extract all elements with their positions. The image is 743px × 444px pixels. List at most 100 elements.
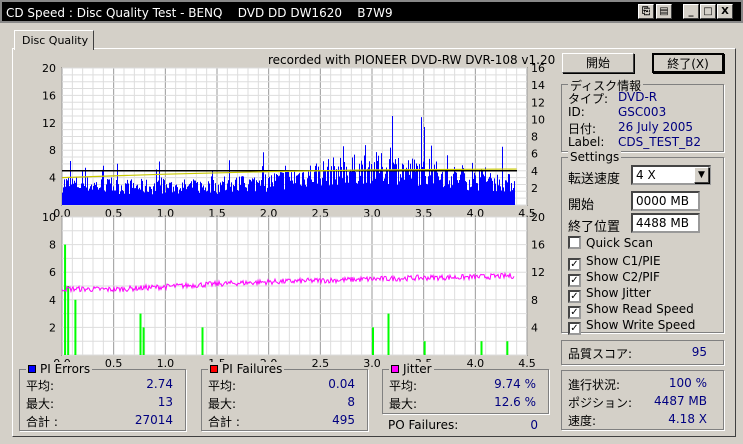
total-label: 合計 :	[26, 415, 58, 429]
y-tick-label: 8	[49, 144, 56, 157]
quality-score-value: 95	[691, 345, 707, 359]
pi-failures-total: 495	[332, 413, 355, 427]
y2-tick-label: 12	[531, 266, 545, 279]
po-failures-label: PO Failures:	[388, 418, 459, 432]
charts: 0.0 0.5 1.0 1.5 2.0 2.5 3.0 3.5 4.0 4.54812162024…	[42, 62, 545, 370]
total-label: 合計 :	[208, 415, 240, 429]
pi-failures-title-text: PI Failures	[222, 362, 283, 376]
quality-score-group: 品質スコア: 95	[561, 340, 724, 365]
pi-errors-title: PI Errors	[26, 362, 93, 376]
checkbox-show-read-speed[interactable]: ✓ Show Read Speed	[568, 302, 694, 319]
y2-tick-label: 16	[531, 239, 545, 252]
maximize-button[interactable]: □	[700, 4, 716, 19]
tab-disc-quality[interactable]: Disc Quality	[14, 30, 94, 50]
speed-readout-value: 4.18 X	[668, 412, 707, 426]
speed-value: 4 X	[636, 168, 656, 182]
pif-bar	[67, 286, 70, 355]
end-input[interactable]: 4488 MB	[631, 213, 700, 233]
tab-label: Disc Quality	[22, 34, 89, 47]
pif-bar	[372, 327, 374, 355]
checkbox-show-jitter[interactable]: ✓ Show Jitter	[568, 286, 651, 303]
checkbox-quick-scan[interactable]: Quick Scan	[568, 236, 653, 250]
checkbox-show-c2-pif[interactable]: ✓ Show C2/PIF	[568, 270, 660, 287]
date-value: 26 July 2005	[618, 120, 694, 134]
pif-bar	[74, 299, 77, 355]
pif-bar	[506, 341, 509, 355]
id-value: GSC003	[618, 105, 667, 119]
pi-errors-max: 13	[157, 395, 173, 409]
jitter-group: Jitter 平均: 9.74 % 最大: 12.6 %	[382, 362, 549, 414]
y-tick-label: 16	[42, 89, 56, 102]
max-label: 最大:	[389, 397, 418, 411]
progress-label: 進行状況:	[568, 378, 621, 392]
y2-tick-label: 2	[531, 182, 538, 195]
disc-info-group: ディスク情報 タイプ: DVD-R ID: GSC003 日付: 26 July…	[561, 77, 724, 152]
quality-score-label: 品質スコア:	[568, 347, 633, 361]
checkbox-box[interactable]: ✓	[568, 322, 581, 335]
settings-group: Settings 転送速度 4 X ▼ 開始 0000 MB 終了位置 4488 …	[561, 150, 724, 335]
start-button[interactable]: 開始	[562, 53, 634, 73]
y2-tick-label: 14	[531, 79, 545, 92]
y-tick-label: 4	[49, 172, 56, 185]
jitter-max: 12.6 %	[494, 395, 536, 409]
pif-bar	[480, 341, 483, 355]
pi-errors-group: PI Errors 平均: 2.74 最大: 13 合計 : 27014	[19, 362, 186, 431]
y2-tick-label: 4	[531, 165, 538, 178]
pif-bar	[387, 313, 390, 355]
type-value: DVD-R	[618, 90, 658, 104]
exit-button[interactable]: 終了(X)	[652, 53, 724, 73]
pi-errors-title-text: PI Errors	[40, 362, 91, 376]
settings-title: Settings	[568, 150, 622, 164]
avg-label: 平均:	[26, 379, 55, 393]
y2-tick-label: 8	[531, 294, 538, 307]
id-label: ID:	[568, 105, 585, 119]
speed-select[interactable]: 4 X ▼	[631, 165, 711, 185]
checkbox-label: Quick Scan	[586, 236, 653, 250]
checkbox-label: Show Read Speed	[586, 302, 694, 316]
start-label: 開始	[568, 198, 595, 213]
speed-readout-label: 速度:	[568, 414, 597, 428]
pi-errors-total: 27014	[134, 413, 173, 427]
y2-tick-label: 6	[531, 148, 538, 161]
pif-bar	[142, 327, 145, 355]
y-tick-label: 12	[42, 117, 56, 130]
y-tick-label: 8	[49, 239, 56, 252]
y-tick-label: 20	[42, 62, 56, 75]
checkbox-label: Show C1/PIE	[586, 254, 661, 268]
checkbox-label: Show Jitter	[586, 286, 651, 300]
speed-label: 転送速度	[568, 172, 621, 187]
checkbox-show-c1-pie[interactable]: ✓ Show C1/PIE	[568, 254, 661, 271]
pi-failures-group: PI Failures 平均: 0.04 最大: 8 合計 : 495	[201, 362, 368, 431]
label-value: CDS_TEST_B2	[618, 135, 701, 149]
chevron-down-icon[interactable]: ▼	[694, 167, 709, 183]
save-icon[interactable]: ▤	[656, 4, 672, 19]
y-tick-label: 6	[49, 266, 56, 279]
pif-bar	[201, 327, 204, 355]
pif-bar	[139, 313, 142, 355]
y2-tick-label: 8	[531, 131, 538, 144]
jitter-title: Jitter	[389, 362, 434, 376]
checkbox-box[interactable]	[568, 236, 581, 249]
y2-tick-label: 4	[531, 321, 538, 334]
pi-failures-swatch	[210, 365, 218, 373]
jitter-title-text: Jitter	[403, 362, 432, 376]
progress-value: 100 %	[668, 376, 707, 390]
pif-bar	[64, 244, 67, 355]
checkbox-show-write-speed[interactable]: ✓ Show Write Speed	[568, 318, 695, 335]
jitter-swatch	[391, 365, 399, 373]
position-label: ポジション:	[568, 396, 633, 410]
max-label: 最大:	[26, 397, 55, 411]
end-label: 終了位置	[568, 220, 621, 235]
copy-icon[interactable]: ⎘	[638, 4, 654, 19]
minimize-button[interactable]: _	[683, 4, 699, 19]
y2-tick-label: 10	[531, 113, 545, 126]
jitter-avg: 9.74 %	[494, 377, 536, 391]
pi-errors-swatch	[28, 365, 36, 373]
pi-failures-max: 8	[347, 395, 355, 409]
avg-label: 平均:	[208, 379, 237, 393]
close-button[interactable]: X	[717, 4, 733, 19]
checkbox-label: Show C2/PIF	[586, 270, 660, 284]
pi-failures-title: PI Failures	[208, 362, 285, 376]
y-tick-label: 2	[49, 321, 56, 334]
start-input[interactable]: 0000 MB	[631, 191, 700, 211]
